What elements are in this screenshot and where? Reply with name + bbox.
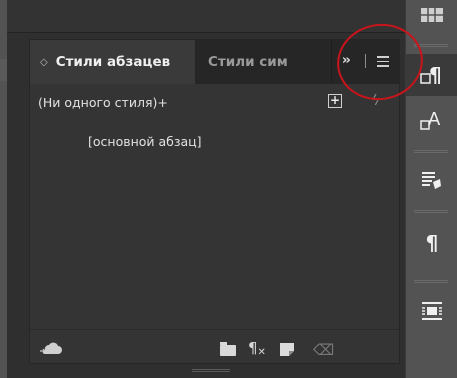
- panel-bottom-toolbar: ¶✕ ⌫: [30, 333, 399, 363]
- list-item[interactable]: [основной абзац]: [30, 130, 399, 152]
- svg-text:¶: ¶: [429, 63, 442, 87]
- left-collapse-tab[interactable]: [0, 59, 7, 81]
- new-style-icon[interactable]: [280, 343, 294, 356]
- list-item[interactable]: (Ни одного стиля)+ + ϟ: [30, 91, 399, 113]
- panel-menu-icon[interactable]: [377, 56, 389, 70]
- tab-character-styles[interactable]: Стили сим: [196, 40, 332, 84]
- left-panel-edge: [0, 0, 7, 378]
- panel-dock: ¶ A ¶: [405, 0, 457, 378]
- more-tabs-button[interactable]: ››: [342, 53, 351, 68]
- quick-apply-icon[interactable]: ϟ: [371, 93, 380, 109]
- new-group-folder-icon[interactable]: [220, 342, 236, 356]
- style-name: [основной абзац]: [88, 133, 202, 149]
- top-panel-area: [7, 0, 405, 33]
- panel-resize-grip[interactable]: [192, 369, 230, 374]
- paragraph-styles-icon[interactable]: ¶: [406, 54, 457, 96]
- paragraph-glyph: ¶: [425, 231, 439, 255]
- tab-paragraph-styles[interactable]: ◇ Стили абзацев: [30, 40, 196, 84]
- paragraph-styles-panel: ◇ Стили абзацев Стили сим ›› (Ни одного …: [29, 39, 400, 364]
- dock-separator: [414, 280, 448, 283]
- trash-icon[interactable]: ⌫: [313, 341, 334, 359]
- divider: [7, 32, 405, 33]
- text-wrap-icon[interactable]: [406, 290, 457, 332]
- svg-text:A: A: [428, 109, 441, 130]
- sort-updown-icon: ◇: [40, 56, 48, 68]
- indesign-workspace: ◇ Стили абзацев Стили сим ›› (Ни одного …: [0, 0, 457, 378]
- cloud-library-icon[interactable]: [40, 342, 62, 356]
- pages-grid-icon[interactable]: [406, 0, 457, 30]
- dock-separator: [414, 150, 448, 153]
- object-styles-icon[interactable]: [406, 160, 457, 202]
- divider: [365, 54, 366, 68]
- panel-tab-bar: ◇ Стили абзацев Стили сим ››: [30, 40, 399, 84]
- tab-label: Стили абзацев: [55, 54, 171, 70]
- create-style-from-icon[interactable]: +: [328, 94, 342, 108]
- divider: [30, 329, 399, 330]
- paragraph-icon[interactable]: ¶: [406, 222, 457, 264]
- dock-separator: [414, 210, 448, 213]
- dock-separator: [414, 44, 448, 47]
- character-styles-icon[interactable]: A: [406, 100, 457, 142]
- style-name: (Ни одного стиля)+: [38, 94, 168, 110]
- tab-label: Стили сим: [208, 54, 288, 70]
- tab-bar-controls: ››: [332, 40, 399, 84]
- clear-overrides-icon[interactable]: ¶✕: [248, 339, 266, 360]
